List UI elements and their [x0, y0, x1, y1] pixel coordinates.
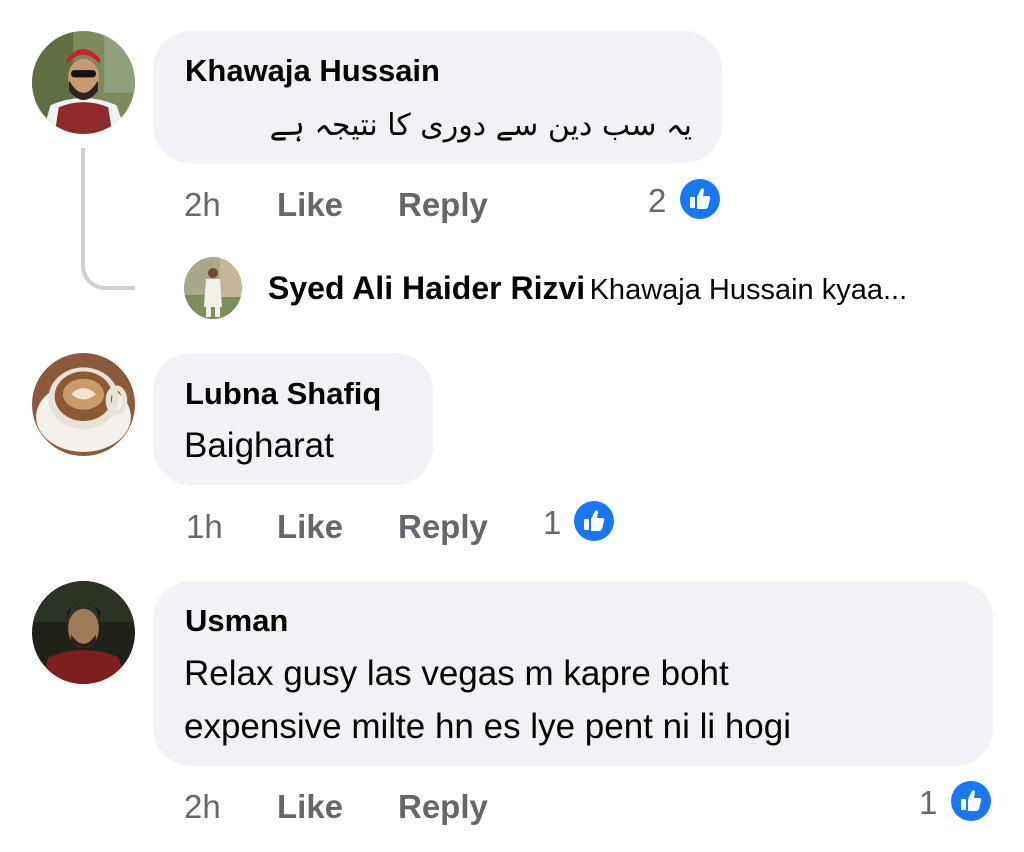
reply-preview[interactable]: Syed Ali Haider Rizvi Khawaja Hussain ky… — [268, 270, 907, 307]
like-button[interactable]: Like — [277, 788, 343, 826]
comment-timestamp[interactable]: 2h — [184, 788, 221, 826]
comment-timestamp[interactable]: 2h — [184, 186, 221, 224]
reply-button[interactable]: Reply — [398, 186, 488, 224]
comment-author[interactable]: Usman — [185, 603, 288, 639]
comment-text: یہ سب دین سے دوری کا نتیجہ ہے — [269, 108, 692, 143]
avatar-lubna-shafiq[interactable] — [32, 353, 135, 456]
like-thumbs-up-icon[interactable] — [950, 780, 992, 822]
comment-text-line-1: Relax gusy las vegas m kapre boht — [184, 654, 729, 693]
avatar-syed-ali-haider-rizvi[interactable] — [184, 257, 242, 319]
like-button[interactable]: Like — [277, 508, 343, 546]
comment-author[interactable]: Lubna Shafiq — [185, 376, 381, 412]
reaction-count[interactable]: 1 — [919, 784, 937, 822]
reply-button[interactable]: Reply — [398, 788, 488, 826]
thread-connector — [81, 148, 135, 290]
reply-button[interactable]: Reply — [398, 508, 488, 546]
avatar-khawaja-hussain[interactable] — [32, 31, 135, 134]
avatar-usman[interactable] — [32, 581, 135, 684]
comment-text: Baigharat — [184, 426, 334, 465]
comment-timestamp[interactable]: 1h — [186, 508, 223, 546]
comments-section: Khawaja Hussain یہ سب دین سے دوری کا نتی… — [0, 0, 1024, 852]
reaction-count[interactable]: 1 — [543, 504, 561, 542]
like-thumbs-up-icon[interactable] — [573, 500, 615, 542]
reaction-count[interactable]: 2 — [648, 182, 666, 220]
reply-author[interactable]: Syed Ali Haider Rizvi — [268, 270, 585, 306]
like-button[interactable]: Like — [277, 186, 343, 224]
reply-snippet[interactable]: Khawaja Hussain kyaa... — [590, 274, 908, 306]
comment-author[interactable]: Khawaja Hussain — [185, 53, 440, 89]
like-thumbs-up-icon[interactable] — [679, 178, 721, 220]
comment-text-line-2: expensive milte hn es lye pent ni li hog… — [184, 707, 792, 746]
